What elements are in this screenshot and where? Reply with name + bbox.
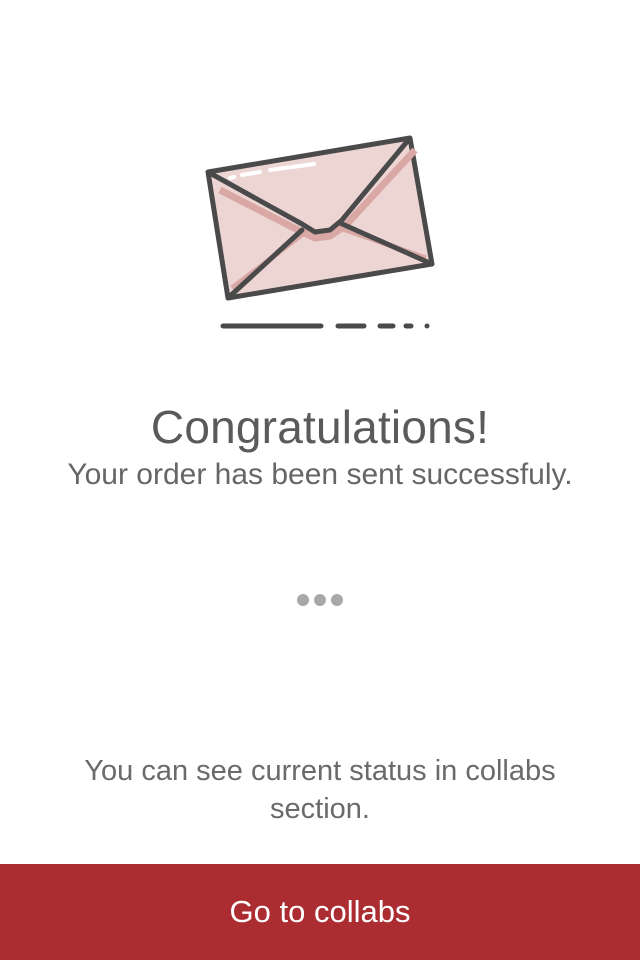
envelope-illustration (190, 120, 450, 340)
dot (314, 594, 326, 606)
success-subtitle: Your order has been sent successfuly. (67, 458, 573, 491)
dot (297, 594, 309, 606)
order-success-screen: Congratulations! Your order has been sen… (0, 0, 640, 960)
envelope-icon (205, 135, 435, 329)
loading-dots-icon (0, 594, 640, 606)
dot (331, 594, 343, 606)
status-info-text: You can see current status in collabs se… (84, 755, 556, 825)
page-title: Congratulations! (150, 401, 490, 453)
go-to-collabs-button[interactable]: Go to collabs (0, 864, 640, 960)
